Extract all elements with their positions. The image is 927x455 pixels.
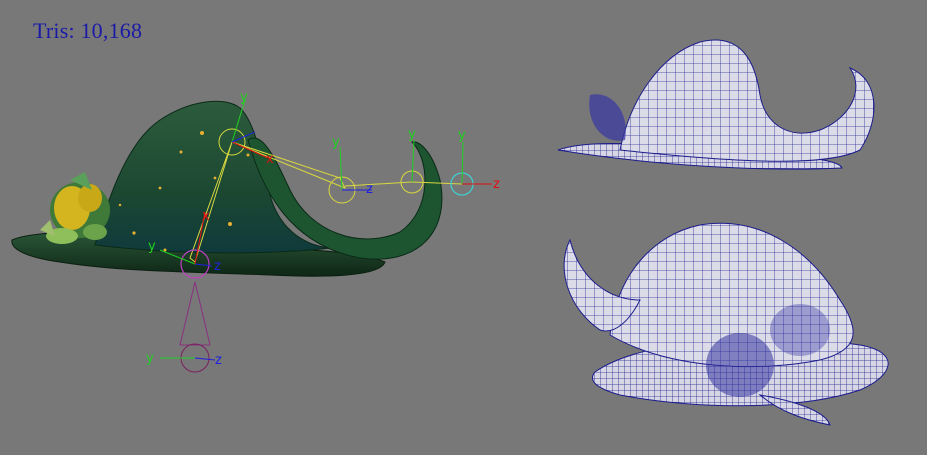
axis-label-z: z (493, 177, 500, 192)
hat-flower-decoration (40, 172, 110, 244)
axis-label-z: z (214, 259, 221, 274)
axis-label-y: y (146, 351, 154, 366)
3d-viewport[interactable]: Tris: 10,168 y x y z y y z y x z y z (0, 0, 927, 455)
axis-label-x: x (202, 209, 210, 224)
axis-label-z: z (366, 182, 373, 197)
axis-label-y: y (240, 90, 248, 105)
hat-crown (94, 100, 331, 254)
axis-label-x: x (266, 152, 274, 167)
textured-hat-model[interactable] (11, 100, 443, 277)
axis-label-y: y (408, 127, 416, 142)
wireframe-hat-side-view[interactable] (557, 39, 875, 170)
axis-label-y: y (148, 239, 156, 254)
wireframe-hat-rear-view[interactable] (563, 222, 889, 426)
axis-label-y: y (458, 128, 466, 143)
axis-label-z: z (215, 353, 222, 368)
scene-canvas[interactable]: y x y z y y z y x z y z (0, 0, 927, 455)
axis-label-y: y (332, 135, 340, 150)
